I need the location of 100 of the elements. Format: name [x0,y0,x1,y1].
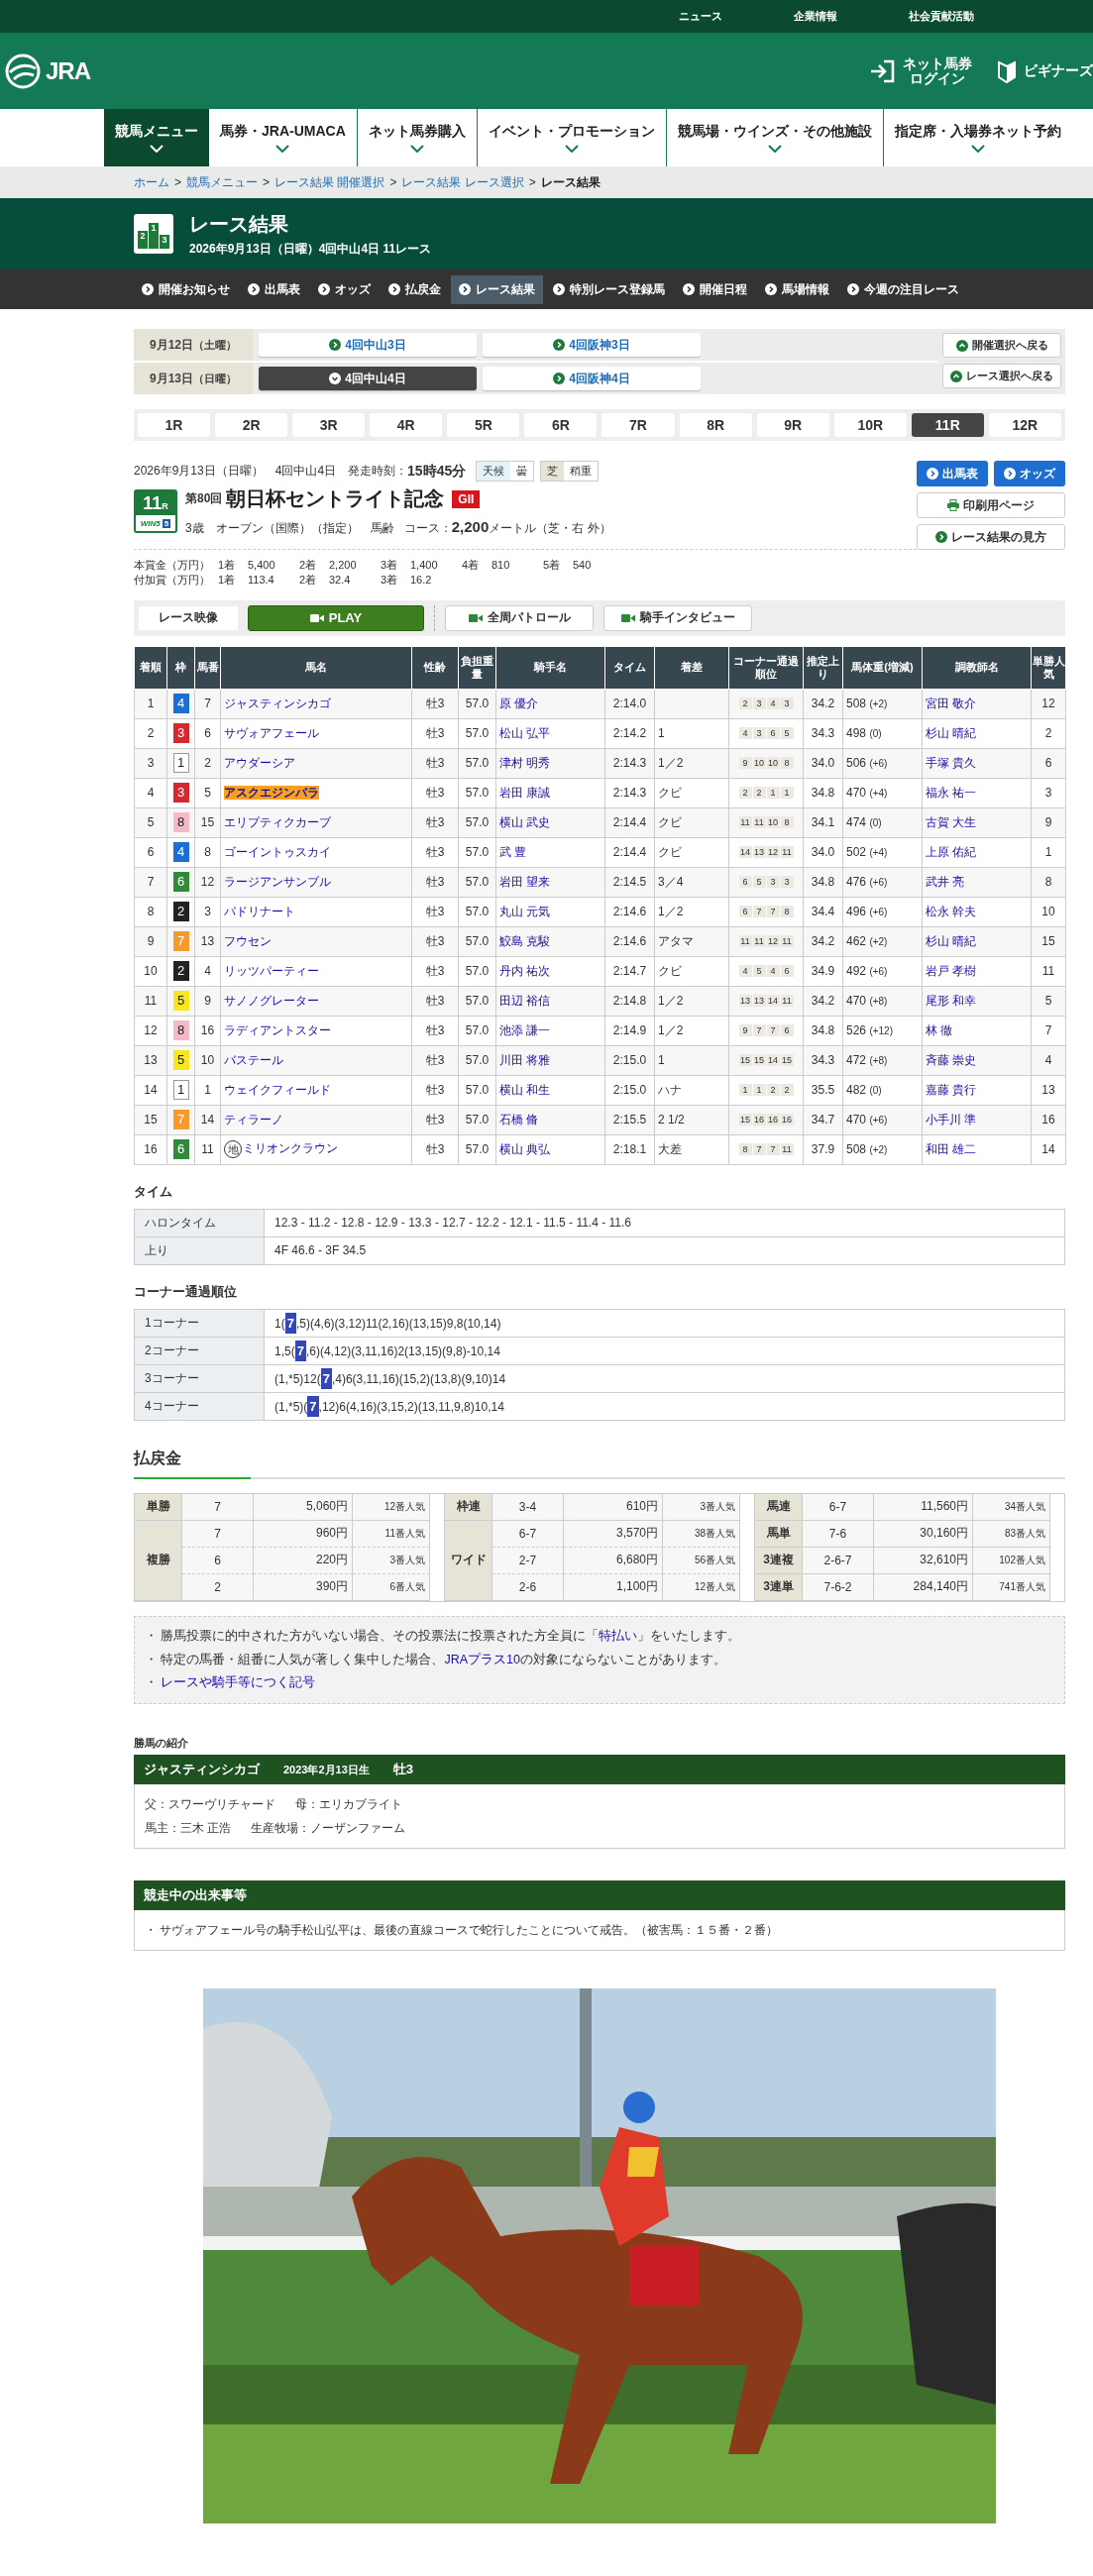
jockey-link[interactable]: 石橋 脩 [499,1112,539,1127]
table-cell: 2-6 [492,1573,564,1601]
jockey-link[interactable]: 原 優介 [499,696,539,710]
nav-menu-item[interactable]: 競馬メニュー [104,109,209,166]
note-link[interactable]: JRAプラス10 [444,1652,520,1666]
prize-amount: 2着 32.4 [299,573,352,589]
sub-nav-item[interactable]: 今週の注目レース [839,274,967,304]
horse-name-link[interactable]: パドリナート [224,904,295,918]
race-tab[interactable]: 7R [601,413,675,437]
sub-nav-item[interactable]: オッズ [310,274,379,304]
column-header: 着順 [134,646,167,690]
breadcrumb-link[interactable]: レース結果 レース選択 [401,173,524,191]
horse-name-link[interactable]: アウダーシア [224,755,295,770]
action-button[interactable]: レース結果の見方 [917,524,1065,550]
table-cell: クビ [654,837,729,868]
race-conditions: 3歳 オープン（国際）（指定） 馬齢 [185,520,394,537]
table-cell: 57.0 [458,1134,496,1165]
table-cell: 牡3 [411,956,459,987]
race-tab[interactable]: 2R [215,413,288,437]
logo-text[interactable]: JRA [46,56,90,85]
note-link[interactable]: 特払い [599,1628,638,1643]
top-link[interactable]: 社会貢献活動 [909,9,974,24]
table-cell: 5 [134,807,167,838]
video-button[interactable]: 全周パトロール [445,604,594,631]
breadcrumb-link[interactable]: レース結果 開催選択 [274,173,385,191]
table-cell: 大差 [654,1134,729,1165]
venue-button[interactable]: 4回阪神3日 [483,333,701,357]
race-tab[interactable]: 11R [911,413,984,437]
action-button[interactable]: 印刷用ページ [917,492,1065,518]
beginners-button[interactable]: ビギナーズ [998,58,1093,83]
table-cell: 7 [182,1493,254,1521]
action-button[interactable]: 出馬表 [917,461,988,486]
race-tab[interactable]: 5R [447,413,520,437]
table-cell: 3-4 [492,1493,564,1521]
race-tab[interactable]: 6R [524,413,598,437]
horse-name-link[interactable]: フウセン [224,933,272,948]
corner-position: 3 [766,876,780,889]
sub-nav-item[interactable]: 開催お知らせ [134,274,238,304]
bet-type-label: 3連複 [755,1547,803,1574]
corner-position: 13 [752,995,766,1008]
table-cell: 474 (0) [842,807,923,838]
sub-nav-item[interactable]: 馬場情報 [757,274,837,304]
horse-name-link[interactable]: ティラーノ [224,1112,283,1127]
table-cell: 15 [134,1105,167,1135]
breadcrumb-link[interactable]: ホーム [134,173,169,191]
race-name: 朝日杯セントライト記念 [226,486,445,511]
section-heading: タイム [134,1182,173,1201]
top-link[interactable]: ニュース [679,9,722,24]
horse-name-link[interactable]: バステール [224,1052,283,1067]
horse-name-link[interactable]: ミリオンクラウン [243,1141,338,1156]
sub-nav-item[interactable]: 払戻金 [381,274,449,304]
sub-nav-item[interactable]: 開催日程 [675,274,755,304]
sub-nav-item[interactable]: レース結果 [451,274,543,304]
trainer-link[interactable]: 武井 亮 [926,874,965,889]
trainer-link[interactable]: 林 徹 [926,1022,953,1037]
venue-button[interactable]: 4回阪神4日 [483,367,701,390]
table-cell: 13 [1031,1075,1066,1106]
corner-position: 2 [738,698,752,710]
race-tab[interactable]: 9R [756,413,829,437]
horse-name-link[interactable]: アスクエジンパラ [224,785,319,800]
race-tab[interactable]: 12R [988,413,1061,437]
jockey-link[interactable]: 武 豊 [499,844,527,859]
table-cell: 1／2 [654,897,729,927]
table-cell: 3コーナー [134,1364,265,1393]
table-cell: 牡3 [411,897,459,927]
table-cell: 1 [654,718,729,749]
frame-number-badge: 5 [172,1050,189,1071]
table-cell: 2 1/2 [654,1105,729,1135]
frame-number-badge: 4 [172,842,189,863]
race-tab[interactable]: 3R [292,413,366,437]
login-button[interactable]: ネット馬券 ログイン [869,55,972,86]
venue-button[interactable]: 4回中山3日 [259,333,477,357]
back-button[interactable]: 開催選択へ戻る [942,333,1061,358]
prize-amount: 1着 5,400 [218,558,276,573]
top-link[interactable]: 企業情報 [794,9,837,24]
table-cell: 30,160円 [874,1520,973,1548]
table-cell: 6-7 [803,1493,874,1521]
note-text: ・ レースや騎手等につく記号 [145,1674,317,1692]
table-cell: 2:15.0 [604,1045,655,1076]
action-button[interactable]: オッズ [994,461,1065,486]
back-button[interactable]: レース選択へ戻る [942,364,1061,388]
race-tab[interactable]: 10R [833,413,907,437]
note-link[interactable]: レースや騎手等につく記号 [161,1675,316,1690]
breadcrumb-current: レース結果 [540,173,601,191]
table-cell: 2:15.5 [604,1105,655,1135]
sub-nav-item[interactable]: 特別レース登録馬 [545,274,673,304]
race-tab[interactable]: 4R [370,413,443,437]
table-cell: 8 [134,897,167,927]
play-button[interactable]: PLAY [248,604,424,631]
race-tab[interactable]: 1R [138,413,211,437]
table-cell: 57.0 [458,956,496,987]
table-cell: 284,140円 [874,1573,973,1601]
video-button[interactable]: 騎手インタビュー [603,604,752,631]
sub-nav-item[interactable]: 出馬表 [240,274,308,304]
venue-button[interactable]: 4回中山4日 [259,367,477,390]
table-cell: 2:14.4 [604,807,655,838]
corner-position: 1 [780,787,794,800]
breadcrumb-link[interactable]: 競馬メニュー [186,173,258,191]
race-tab[interactable]: 8R [679,413,752,437]
table-cell: 610円 [564,1493,663,1521]
